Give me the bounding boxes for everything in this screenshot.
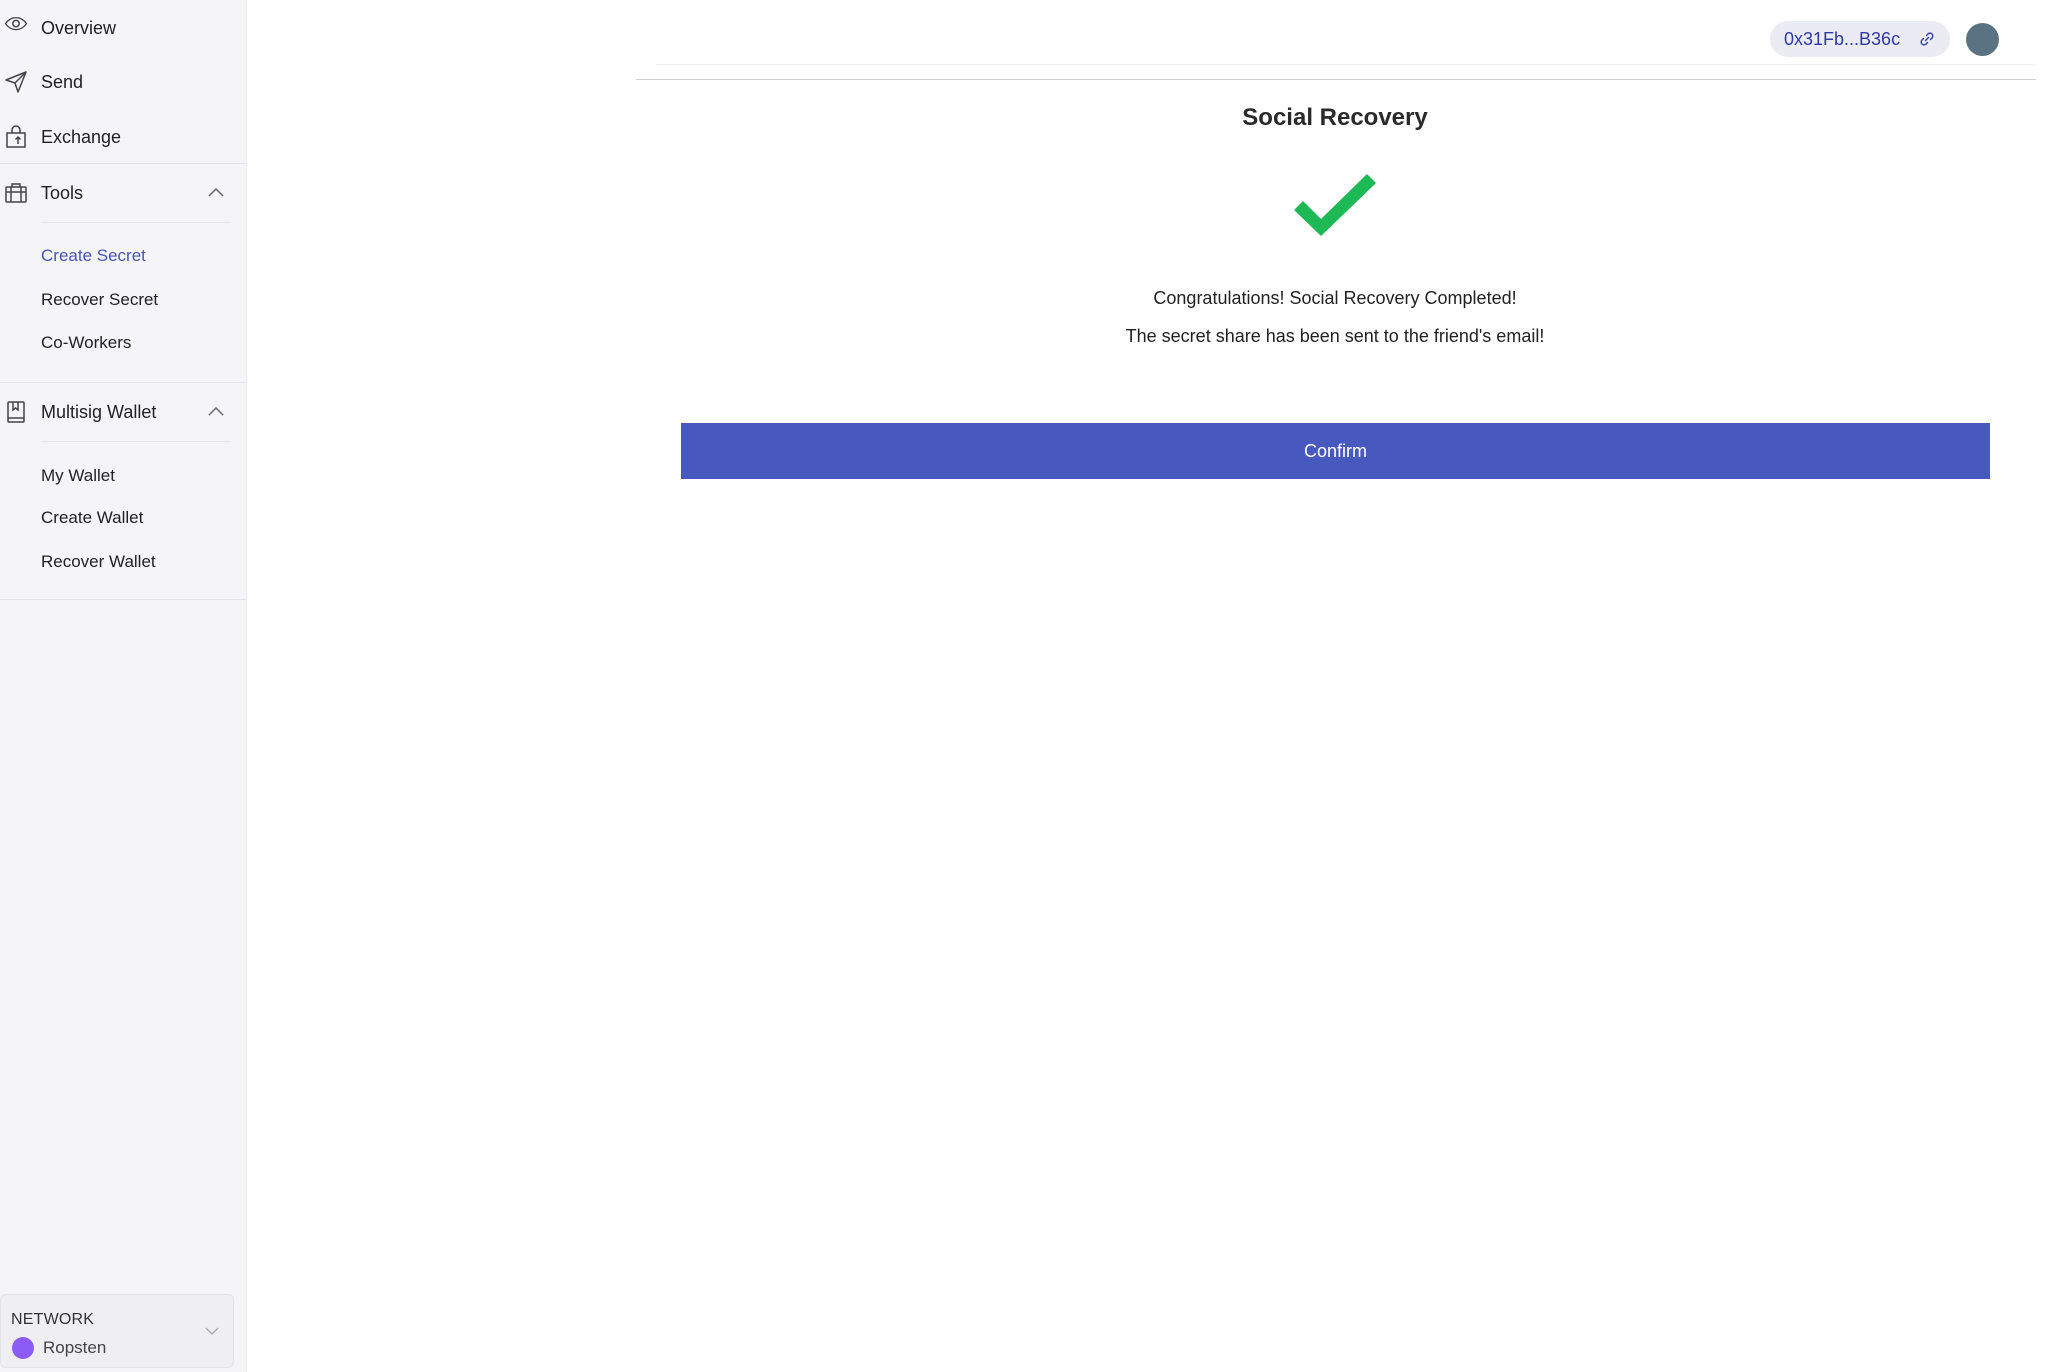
sidebar-subitem-create-secret[interactable]: Create Secret	[41, 246, 146, 266]
wallet-address: 0x31Fb...B36c	[1784, 29, 1901, 49]
sidebar-subitem-recover-secret[interactable]: Recover Secret	[41, 290, 158, 310]
toolbox-icon	[4, 181, 28, 205]
send-icon	[4, 70, 28, 94]
network-title: NETWORK	[11, 1311, 95, 1328]
sidebar-item-send[interactable]: Send	[0, 62, 232, 102]
sidebar-divider	[0, 382, 247, 383]
sidebar-divider	[41, 222, 231, 223]
sidebar: Overview Send Exchange Tools Create Secr…	[0, 0, 247, 1372]
sidebar-divider	[0, 599, 247, 600]
wallet-address-chip[interactable]: 0x31Fb...B36c	[1770, 21, 1950, 57]
network-status-dot	[12, 1337, 34, 1359]
eye-icon	[4, 16, 28, 40]
network-name: Ropsten	[43, 1338, 107, 1357]
sidebar-item-multisig-wallet[interactable]: Multisig Wallet	[0, 392, 232, 432]
sidebar-item-label: Exchange	[41, 126, 122, 147]
sidebar-item-label: Send	[41, 71, 84, 92]
success-detail: The secret share has been sent to the fr…	[1125, 326, 1545, 346]
confirm-button[interactable]: Confirm	[681, 423, 1990, 479]
avatar[interactable]	[1966, 23, 1999, 56]
page-title: Social Recovery	[1242, 104, 1428, 131]
network-selector[interactable]: NETWORK Ropsten	[0, 1294, 234, 1368]
sidebar-subitem-recover-wallet[interactable]: Recover Wallet	[41, 552, 156, 572]
sidebar-item-tools[interactable]: Tools	[0, 173, 232, 213]
app-root: Overview Send Exchange Tools Create Secr…	[0, 0, 2048, 1372]
sidebar-item-overview[interactable]: Overview	[0, 8, 232, 48]
sidebar-item-exchange[interactable]: Exchange	[0, 117, 232, 157]
sidebar-subitem-co-workers[interactable]: Co-Workers	[41, 333, 131, 353]
chevron-up-icon[interactable]	[206, 183, 226, 203]
header-divider	[636, 79, 2036, 80]
wallet-book-icon	[4, 400, 28, 424]
sidebar-subitem-my-wallet[interactable]: My Wallet	[41, 466, 115, 486]
exchange-icon	[4, 125, 28, 149]
sidebar-item-label: Multisig Wallet	[41, 401, 157, 422]
link-icon[interactable]	[1918, 30, 1936, 48]
sidebar-divider	[0, 163, 247, 164]
header-divider-faint	[656, 64, 2036, 65]
sidebar-divider	[41, 441, 231, 442]
sidebar-item-label: Overview	[41, 17, 117, 38]
checkmark-icon	[1294, 174, 1376, 236]
chevron-down-icon	[203, 1322, 221, 1340]
chevron-up-icon[interactable]	[206, 402, 226, 422]
sidebar-item-label: Tools	[41, 182, 84, 203]
sidebar-subitem-create-wallet[interactable]: Create Wallet	[41, 508, 143, 528]
success-message: Congratulations! Social Recovery Complet…	[1153, 288, 1517, 308]
